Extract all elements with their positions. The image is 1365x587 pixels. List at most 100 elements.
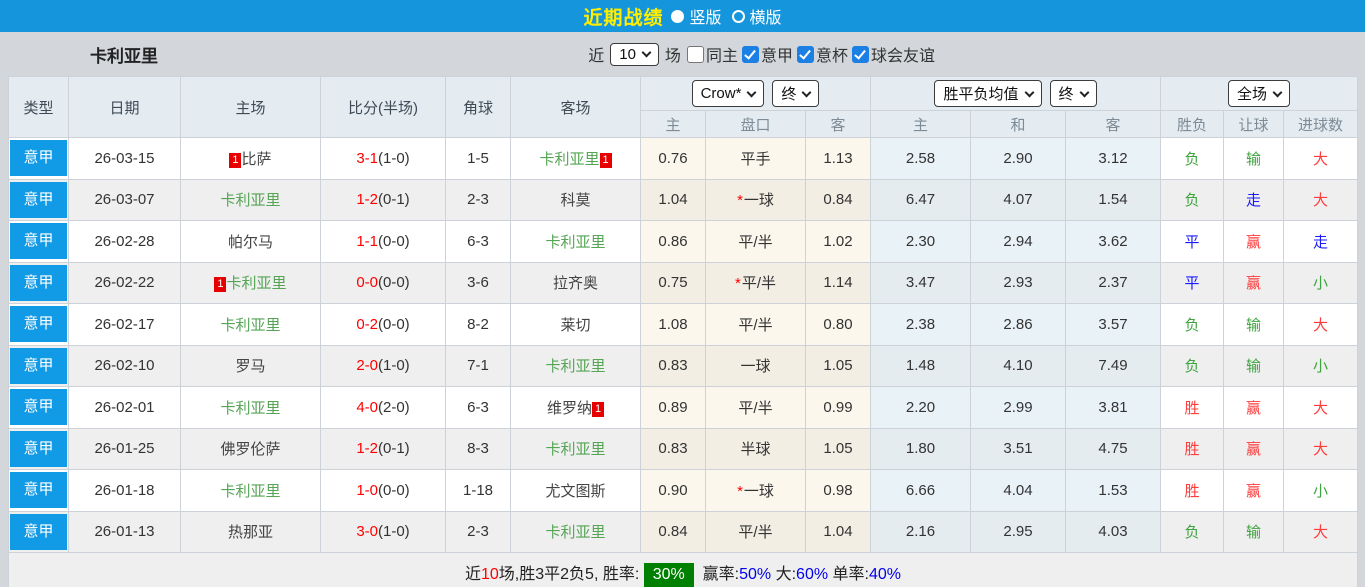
away-team[interactable]: 维罗纳 1 (547, 400, 604, 417)
handicap-cell: 平手 (705, 137, 806, 180)
league-badge[interactable]: 意甲 (10, 472, 67, 509)
result-wdl: 胜 (1160, 469, 1224, 512)
crow-away-odds: 1.04 (805, 510, 871, 553)
summary-segment: 赢率: (693, 565, 740, 583)
home-team[interactable]: 卡利亚里 (220, 483, 280, 500)
filter-checkbox-item[interactable]: 同主 (686, 42, 738, 66)
home-team[interactable]: 1 卡利亚里 (214, 275, 287, 293)
league-badge[interactable]: 意甲 (10, 430, 67, 467)
home-team[interactable]: 热那亚 (228, 524, 273, 541)
filter-checkbox-item[interactable]: 球会友谊 (851, 42, 935, 66)
results-table-body: 意甲 26-03-15 1 比萨 3-1(1-0) 1-5 卡利亚里 1 0.76 平手 1.13 2… (7, 137, 1359, 587)
home-team[interactable]: 卡利亚里 (220, 192, 280, 209)
games-count-select[interactable]: 10 (610, 42, 659, 66)
team-name: 卡利亚里 (220, 399, 281, 417)
bookmaker-select[interactable]: Crow* (691, 80, 765, 107)
home-team[interactable]: 帕尔马 (228, 234, 273, 251)
home-team-cell: 热那亚 (180, 510, 321, 553)
view-radio-item[interactable]: 竖版 (671, 4, 722, 28)
fulltime-score: 4-0 (356, 398, 378, 416)
checkbox-checked-icon[interactable] (741, 45, 759, 63)
filter-checkbox-label: 同主 (705, 48, 738, 65)
away-team[interactable]: 尤文图斯 (545, 483, 605, 500)
home-team-cell: 卡利亚里 (180, 386, 321, 429)
handicap-label: 平/半 (738, 233, 773, 251)
away-team[interactable]: 莱切 (560, 317, 590, 334)
halftime-score: (0-0) (378, 232, 410, 250)
summary-segment: 40% (868, 565, 902, 583)
match-row: 意甲 26-01-18 卡利亚里 1-0(0-0) 1-18 尤文图斯 0.90 *一球 0.9… (8, 469, 1359, 512)
away-team-cell: 莱切 (510, 303, 641, 346)
league-badge[interactable]: 意甲 (10, 306, 67, 343)
crow-time-select[interactable]: 终 (772, 80, 820, 107)
away-team[interactable]: 卡利亚里 1 (539, 151, 612, 168)
avg-odds-select[interactable]: 胜平负均值 (934, 80, 1042, 107)
filter-checkbox-item[interactable]: 意甲 (741, 42, 793, 66)
handicap-label: 一球 (743, 192, 774, 210)
away-team-cell: 维罗纳 1 (510, 386, 641, 429)
away-team[interactable]: 卡利亚里 (545, 441, 605, 458)
radio-unselected-icon[interactable] (731, 9, 745, 23)
handicap-cell: 半球 (705, 427, 806, 470)
league-cell: 意甲 (8, 427, 69, 470)
sub-header-handicap: 盘口 (705, 110, 806, 138)
result-wdl: 胜 (1160, 427, 1224, 470)
league-badge[interactable]: 意甲 (10, 181, 67, 218)
filter-checkbox-item[interactable]: 意杯 (796, 42, 848, 66)
home-team[interactable]: 罗马 (235, 358, 265, 375)
view-radio-item[interactable]: 横版 (731, 4, 782, 28)
handicap-cell: *平/半 (705, 261, 806, 304)
league-cell: 意甲 (8, 261, 69, 304)
team-name: 卡利亚里 (220, 482, 281, 500)
home-team[interactable]: 卡利亚里 (220, 400, 280, 417)
chevron-down-icon (746, 87, 757, 97)
away-team[interactable]: 科莫 (560, 192, 590, 209)
result-goals-value: 大 (1313, 524, 1329, 542)
result-wdl: 平 (1160, 220, 1224, 263)
team-name: 卡利亚里 (545, 441, 606, 459)
scope-select-value: 全场 (1237, 86, 1268, 103)
result-goals-value: 走 (1313, 233, 1329, 251)
home-team[interactable]: 卡利亚里 (220, 317, 280, 334)
away-team[interactable]: 卡利亚里 (545, 358, 605, 375)
avg-away-odds: 3.57 (1065, 303, 1161, 346)
score-cell: 4-0(2-0) (320, 386, 446, 429)
home-team[interactable]: 佛罗伦萨 (220, 441, 280, 458)
halftime-score: (1-0) (378, 523, 410, 541)
checkbox-checked-icon[interactable] (796, 45, 814, 63)
crow-away-odds: 1.05 (805, 344, 871, 387)
league-badge[interactable]: 意甲 (10, 347, 67, 384)
away-team[interactable]: 卡利亚里 (545, 234, 605, 251)
live-change-star: * (737, 482, 743, 500)
league-badge[interactable]: 意甲 (10, 513, 67, 550)
avg-home-odds: 1.80 (870, 427, 971, 470)
league-badge[interactable]: 意甲 (10, 140, 67, 177)
away-team-cell: 卡利亚里 1 (510, 137, 641, 180)
chevron-down-icon (1024, 87, 1034, 97)
team-name: 热那亚 (227, 524, 273, 542)
avg-away-odds: 7.49 (1065, 344, 1161, 387)
red-card-badge: 1 (214, 277, 227, 293)
team-name-title: 卡利亚里 (90, 46, 158, 66)
checkbox-unchecked-icon[interactable] (686, 45, 704, 63)
team-name: 拉齐奥 (552, 275, 598, 293)
col-header-score: 比分(半场) (320, 76, 446, 138)
away-team[interactable]: 拉齐奥 (553, 275, 598, 292)
home-team[interactable]: 1 比萨 (229, 151, 272, 168)
league-cell: 意甲 (8, 386, 69, 429)
col-header-type: 类型 (8, 76, 69, 138)
checkbox-checked-icon[interactable] (851, 45, 869, 63)
radio-selected-icon[interactable] (671, 9, 685, 23)
avg-time-select[interactable]: 终 (1049, 80, 1097, 107)
scope-select[interactable]: 全场 (1228, 80, 1291, 107)
live-change-star: * (737, 192, 743, 210)
crow-home-odds: 0.86 (640, 220, 706, 263)
date-cell: 26-02-28 (68, 220, 181, 263)
result-handicap: 输 (1223, 510, 1284, 553)
league-badge[interactable]: 意甲 (10, 389, 67, 426)
league-badge[interactable]: 意甲 (10, 264, 67, 301)
league-badge[interactable]: 意甲 (10, 223, 67, 260)
fulltime-score: 0-0 (356, 274, 378, 292)
handicap-label: 平/半 (741, 275, 776, 293)
away-team[interactable]: 卡利亚里 (545, 524, 605, 541)
